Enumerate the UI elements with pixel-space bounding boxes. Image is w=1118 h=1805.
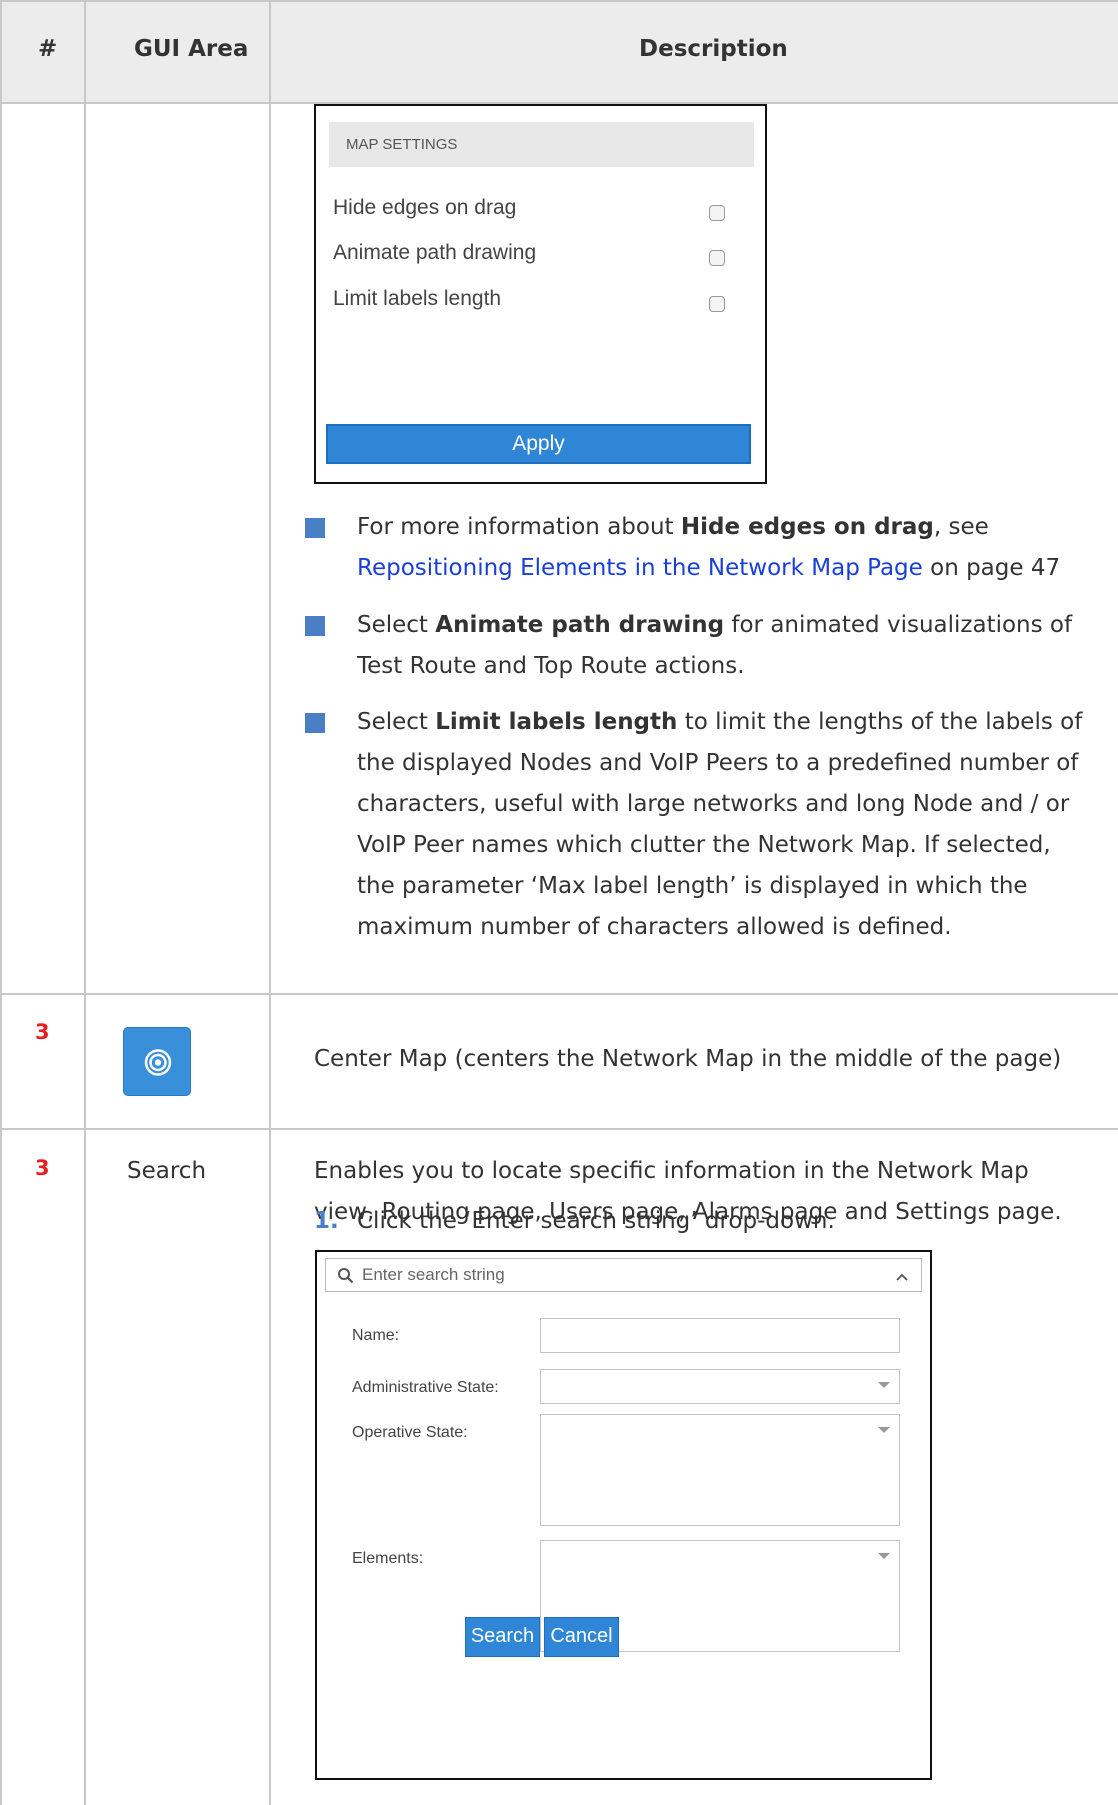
table-header-row: # GUI Area Description: [0, 0, 1118, 103]
operative-state-select[interactable]: [540, 1414, 900, 1526]
center-map-button[interactable]: [123, 1027, 191, 1096]
search-placeholder: Enter search string: [362, 1265, 505, 1284]
search-string-input[interactable]: Enter search string: [325, 1258, 922, 1292]
center-map-description: Center Map (centers the Network Map in t…: [314, 1046, 1062, 1072]
step-text: Click the ‘Enter search string’ drop-dow…: [357, 1208, 835, 1234]
bullet3-line: maximum number of characters allowed is …: [357, 914, 952, 940]
bullet3-pre: Select: [357, 709, 436, 735]
animate-path-checkbox[interactable]: [709, 250, 725, 266]
header-num: #: [38, 36, 58, 62]
bullet-marker: [305, 518, 325, 538]
table-border-left: [0, 0, 2, 1805]
map-settings-panel: MAP SETTINGS Hide edges on drag Animate …: [314, 104, 767, 484]
bullet-limit-labels-text: Select Limit labels length to limit the …: [357, 702, 1117, 948]
bullet2-pre: Select: [357, 612, 436, 638]
hide-edges-checkbox[interactable]: [709, 205, 725, 221]
row-divider-2: [0, 1128, 1118, 1130]
name-label: Name:: [352, 1327, 400, 1344]
target-icon: [144, 1049, 172, 1076]
row-divider-1: [0, 993, 1118, 995]
admin-state-select[interactable]: [540, 1369, 900, 1404]
bullet3-post: to limit the lengths of the labels of: [677, 709, 1083, 735]
name-field[interactable]: [540, 1318, 900, 1353]
bullet3-line: VoIP Peer names which clutter the Networ…: [357, 832, 1051, 858]
search-desc-line1: Enables you to locate specific informati…: [314, 1158, 1029, 1184]
caret-down-icon: [878, 1553, 890, 1559]
elements-label: Elements:: [352, 1550, 424, 1567]
bullet2-post: for animated visualizations of: [724, 612, 1073, 638]
search-icon: [338, 1268, 354, 1284]
caret-down-icon: [878, 1382, 890, 1388]
search-gui-area: Search: [127, 1158, 207, 1184]
option-animate-path-label: Animate path drawing: [333, 241, 537, 264]
option-hide-edges-label: Hide edges on drag: [333, 196, 517, 219]
bullet3-line: the displayed Nodes and VoIP Peers to a …: [357, 750, 1079, 776]
bullet-marker: [305, 713, 325, 733]
row-number: 3: [35, 1020, 50, 1044]
bullet1-mid: , see: [933, 514, 989, 540]
search-button[interactable]: Search: [465, 1617, 540, 1657]
bullet3-bold: Limit labels length: [435, 709, 678, 735]
bullet1-post: on page 47: [922, 555, 1061, 581]
search-dropdown-panel: Enter search string Name: Administrative…: [315, 1250, 932, 1780]
caret-down-icon: [878, 1427, 890, 1433]
repositioning-elements-link[interactable]: Repositioning Elements in the Network Ma…: [357, 555, 923, 581]
table-border-top: [0, 0, 1118, 2]
header-gui-area: GUI Area: [134, 36, 249, 62]
bullet-animate-path-text: Select Animate path drawing for animated…: [357, 605, 1097, 687]
bullet1-pre: For more information about: [357, 514, 681, 540]
bullet-hide-edges-text: For more information about Hide edges on…: [357, 507, 1097, 589]
operative-state-label: Operative State:: [352, 1424, 468, 1441]
column-divider-1: [84, 0, 86, 1805]
admin-state-label: Administrative State:: [352, 1379, 499, 1396]
cancel-button[interactable]: Cancel: [544, 1617, 619, 1657]
map-settings-title: MAP SETTINGS: [329, 122, 754, 167]
apply-button[interactable]: Apply: [326, 424, 751, 464]
step-number: 1.: [314, 1208, 339, 1234]
bullet3-line: the parameter ‘Max label length’ is disp…: [357, 873, 1028, 899]
row-number: 3: [35, 1156, 50, 1180]
limit-labels-checkbox[interactable]: [709, 296, 725, 312]
option-limit-labels-label: Limit labels length: [333, 287, 502, 310]
bullet-marker: [305, 616, 325, 636]
bullet2-line2: Test Route and Top Route actions.: [357, 653, 745, 679]
column-divider-2: [269, 0, 271, 1805]
header-description: Description: [639, 36, 788, 62]
bullet3-line: characters, useful with large networks a…: [357, 791, 1070, 817]
chevron-up-icon[interactable]: [895, 1272, 909, 1282]
bullet1-bold: Hide edges on drag: [680, 514, 934, 540]
bullet2-bold: Animate path drawing: [435, 612, 725, 638]
